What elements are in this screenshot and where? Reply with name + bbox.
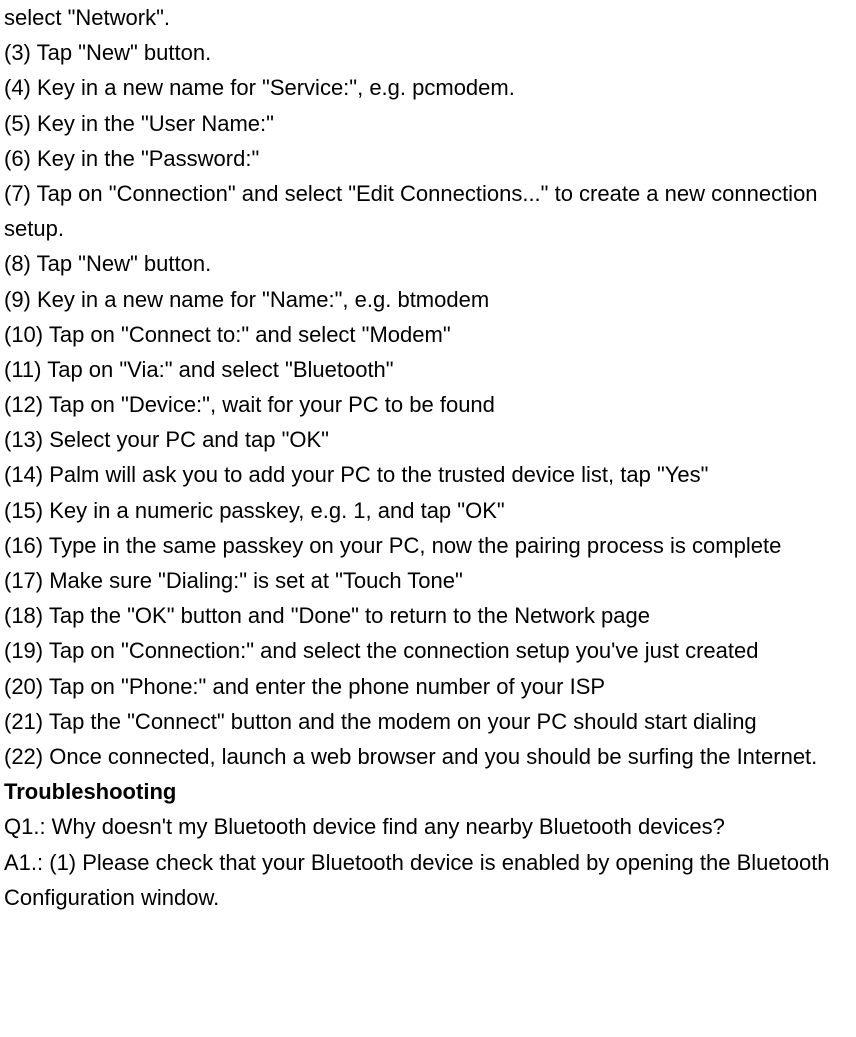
instruction-line: (21) Tap the "Connect" button and the mo…	[4, 704, 852, 739]
instruction-line: (7) Tap on "Connection" and select "Edit…	[4, 176, 852, 246]
instruction-line: (19) Tap on "Connection:" and select the…	[4, 633, 852, 668]
instruction-line: (8) Tap "New" button.	[4, 246, 852, 281]
instruction-line: (18) Tap the "OK" button and "Done" to r…	[4, 598, 852, 633]
qa-line: Q1.: Why doesn't my Bluetooth device fin…	[4, 809, 852, 844]
document-body: select "Network". (3) Tap "New" button. …	[0, 0, 856, 915]
instruction-line: select "Network".	[4, 0, 852, 35]
instruction-line: (12) Tap on "Device:", wait for your PC …	[4, 387, 852, 422]
instruction-line: (16) Type in the same passkey on your PC…	[4, 528, 852, 563]
qa-line: A1.: (1) Please check that your Bluetoot…	[4, 845, 852, 915]
instruction-line: (4) Key in a new name for "Service:", e.…	[4, 70, 852, 105]
instruction-line: (5) Key in the "User Name:"	[4, 106, 852, 141]
instruction-line: (14) Palm will ask you to add your PC to…	[4, 457, 852, 492]
instruction-line: (6) Key in the "Password:"	[4, 141, 852, 176]
instruction-line: (13) Select your PC and tap "OK"	[4, 422, 852, 457]
instruction-line: (15) Key in a numeric passkey, e.g. 1, a…	[4, 493, 852, 528]
section-heading-troubleshooting: Troubleshooting	[4, 774, 852, 809]
instruction-line: (22) Once connected, launch a web browse…	[4, 739, 852, 774]
instruction-line: (20) Tap on "Phone:" and enter the phone…	[4, 669, 852, 704]
instruction-line: (10) Tap on "Connect to:" and select "Mo…	[4, 317, 852, 352]
instruction-line: (11) Tap on "Via:" and select "Bluetooth…	[4, 352, 852, 387]
instruction-line: (17) Make sure "Dialing:" is set at "Tou…	[4, 563, 852, 598]
instruction-line: (9) Key in a new name for "Name:", e.g. …	[4, 282, 852, 317]
instruction-line: (3) Tap "New" button.	[4, 35, 852, 70]
